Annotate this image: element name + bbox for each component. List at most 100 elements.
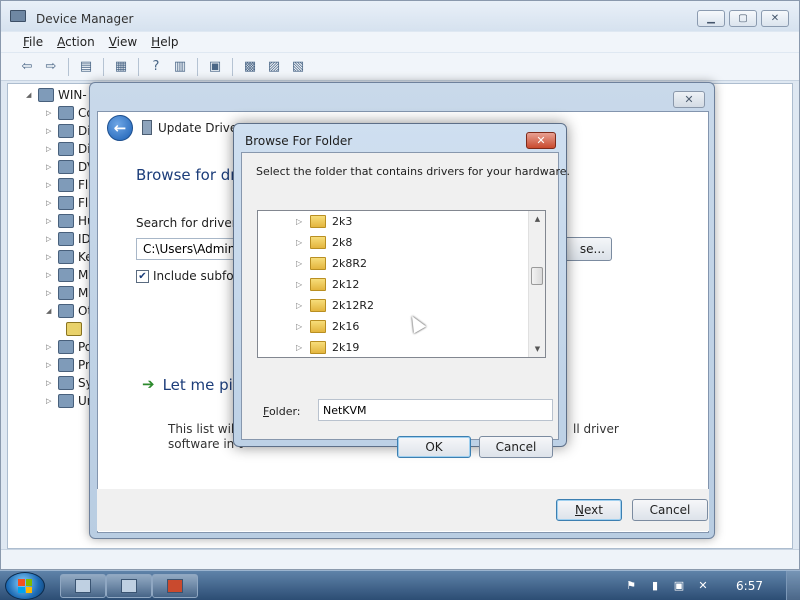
tree-node[interactable]: ▷ Fl [46, 178, 88, 192]
forward-arrow-icon[interactable]: ⇨ [41, 57, 61, 77]
action-center-icon[interactable]: ⚑ [624, 579, 638, 593]
expand-arrow-icon[interactable]: ▷ [46, 253, 54, 261]
taskbar-item-update-driver[interactable] [152, 574, 198, 598]
toolbar-separator [197, 57, 198, 76]
expand-arrow-icon[interactable]: ▷ [296, 280, 306, 289]
device-tray-icon[interactable]: ▣ [672, 579, 686, 593]
tree-node[interactable]: ▷ Co [46, 106, 94, 120]
expand-arrow-icon[interactable]: ▷ [296, 238, 306, 247]
tree-node[interactable] [66, 322, 86, 336]
tree-node[interactable]: ▷ ID [46, 232, 91, 246]
folder-tree-scrollbar[interactable]: ▲ ▼ [528, 211, 545, 357]
taskbar-item-server-manager[interactable] [60, 574, 106, 598]
minimize-button[interactable]: ▁ [697, 10, 725, 27]
close-button[interactable]: ✕ [761, 10, 789, 27]
disable-icon[interactable]: ▧ [288, 57, 308, 77]
network-icon[interactable]: ▮ [648, 579, 662, 593]
expand-arrow-icon[interactable]: ▷ [46, 361, 54, 369]
update-driver-icon [167, 579, 183, 593]
expand-arrow-icon[interactable]: ▷ [46, 379, 54, 387]
tree-node[interactable]: ▷ Sy [46, 376, 93, 390]
folder-icon [310, 320, 326, 333]
tree-node[interactable]: ◢ Ot [46, 304, 92, 318]
update-driver-icon[interactable]: ▩ [240, 57, 260, 77]
collapse-arrow-icon[interactable]: ◢ [26, 91, 34, 99]
folder-item-2k12[interactable]: ▷ 2k12 [296, 274, 359, 295]
folder-icon [310, 215, 326, 228]
tree-node[interactable]: ▷ Fl [46, 196, 88, 210]
folder-item-2k8[interactable]: ▷ 2k8 [296, 232, 352, 253]
expand-arrow-icon[interactable]: ▷ [46, 181, 54, 189]
back-arrow-icon[interactable]: ← [107, 115, 133, 141]
taskbar-clock[interactable]: 6:57 [736, 579, 763, 593]
browse-cancel-button[interactable]: Cancel [479, 436, 553, 458]
folder-item-2k3[interactable]: ▷ 2k3 [296, 211, 352, 232]
update-driver-close-button[interactable]: ✕ [673, 91, 705, 108]
folder-item-2k19[interactable]: ▷ 2k19 [296, 337, 359, 357]
browse-for-folder-close-button[interactable]: ✕ [526, 132, 556, 149]
start-button[interactable] [5, 572, 45, 600]
expand-arrow-icon[interactable]: ▷ [46, 145, 54, 153]
expand-arrow-icon[interactable]: ▷ [46, 109, 54, 117]
device-category-icon [58, 340, 74, 354]
expand-arrow-icon[interactable]: ▷ [46, 127, 54, 135]
cancel-button[interactable]: Cancel [632, 499, 708, 521]
scan-hardware-icon[interactable]: ▣ [205, 57, 225, 77]
let-me-pick-title[interactable]: Let me pi [163, 376, 233, 394]
taskbar-item-device-manager[interactable] [106, 574, 152, 598]
scrollbar-thumb[interactable] [531, 267, 543, 285]
expand-arrow-icon[interactable]: ▷ [296, 217, 306, 226]
folder-icon [310, 236, 326, 249]
menu-action[interactable]: Action [51, 32, 101, 52]
tree-node[interactable]: ▷ Hu [46, 214, 95, 228]
let-me-pick-link[interactable]: ➔ Let me pi [142, 376, 233, 394]
maximize-button[interactable]: ▢ [729, 10, 757, 27]
folder-tree[interactable]: ▷ 2k3 ▷ 2k8 ▷ 2k8R2 ▷ 2k12 ▷ 2k12R2 ▷ 2k16 ▷ 2k… [257, 210, 546, 358]
expand-arrow-icon[interactable]: ▷ [46, 271, 54, 279]
expand-arrow-icon[interactable]: ▷ [46, 397, 54, 405]
tree-node[interactable]: ▷ Po [46, 340, 92, 354]
expand-arrow-icon[interactable]: ▷ [46, 199, 54, 207]
help-icon[interactable]: ? [146, 57, 166, 77]
expand-arrow-icon[interactable]: ▷ [296, 259, 306, 268]
show-desktop-button[interactable] [786, 571, 800, 600]
include-subfolders-row[interactable]: ✔ Include subfold [136, 269, 245, 283]
next-button[interactable]: Next [556, 499, 622, 521]
expand-arrow-icon[interactable]: ▷ [46, 217, 54, 225]
menu-help[interactable]: Help [145, 32, 184, 52]
tree-node[interactable]: ▷ Di [46, 124, 91, 138]
expand-arrow-icon[interactable]: ▷ [46, 289, 54, 297]
expand-arrow-icon[interactable]: ▷ [46, 235, 54, 243]
expand-arrow-icon[interactable]: ▷ [296, 301, 306, 310]
tree-node[interactable]: ▷ M [46, 268, 88, 282]
include-subfolders-checkbox[interactable]: ✔ [136, 269, 149, 283]
action-pane-icon[interactable]: ▥ [170, 57, 190, 77]
folder-item-2k12r2[interactable]: ▷ 2k12R2 [296, 295, 374, 316]
properties-icon[interactable]: ▦ [111, 57, 131, 77]
expand-arrow-icon[interactable]: ▷ [296, 343, 306, 352]
menu-view[interactable]: View [103, 32, 143, 52]
tree-node[interactable]: ▷ Ke [46, 250, 93, 264]
menu-file[interactable]: File [17, 32, 49, 52]
tree-node[interactable]: ▷ DV [46, 160, 95, 174]
tree-node[interactable]: ▷ Di [46, 142, 91, 156]
uninstall-icon[interactable]: ▨ [264, 57, 284, 77]
back-arrow-icon[interactable]: ⇦ [17, 57, 37, 77]
scroll-down-icon[interactable]: ▼ [529, 341, 545, 357]
ok-button[interactable]: OK [397, 436, 471, 458]
volume-muted-icon[interactable]: ✕ [696, 579, 710, 593]
tree-node[interactable]: ▷ Pr [46, 358, 90, 372]
folder-item-2k8r2[interactable]: ▷ 2k8R2 [296, 253, 367, 274]
show-hide-console-tree-icon[interactable]: ▤ [76, 57, 96, 77]
expand-arrow-icon[interactable]: ▷ [46, 343, 54, 351]
expand-arrow-icon[interactable]: ▷ [46, 163, 54, 171]
folder-item-2k16[interactable]: ▷ 2k16 [296, 316, 359, 337]
folder-name-input[interactable] [318, 399, 553, 421]
scroll-up-icon[interactable]: ▲ [529, 211, 545, 227]
collapse-arrow-icon[interactable]: ◢ [46, 307, 54, 315]
folder-icon [310, 299, 326, 312]
expand-arrow-icon[interactable]: ▷ [296, 322, 306, 331]
tree-node[interactable]: ▷ M [46, 286, 88, 300]
tree-node[interactable]: ▷ Ur [46, 394, 92, 408]
tree-root[interactable]: ◢ WIN- [26, 88, 87, 102]
